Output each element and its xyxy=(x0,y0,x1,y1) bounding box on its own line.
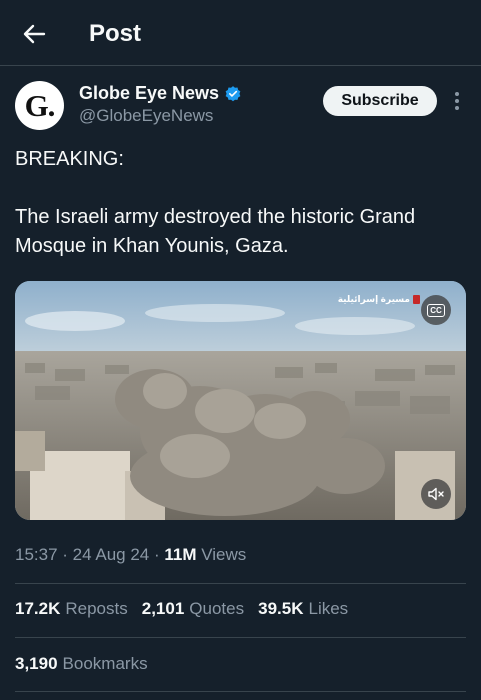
mute-button[interactable] xyxy=(421,479,451,509)
bookmarks-label: Bookmarks xyxy=(62,654,148,673)
divider xyxy=(15,637,466,638)
post-text-line: BREAKING: xyxy=(15,148,124,170)
post-date[interactable]: 24 Aug 24 xyxy=(73,545,150,564)
views-label: Views xyxy=(201,545,247,564)
post-text-line: The Israeli army destroyed the historic … xyxy=(15,206,416,257)
post-time[interactable]: 15:37 xyxy=(15,545,58,564)
quotes-count: 2,101 xyxy=(141,599,185,618)
engagement-stats: 17.2K Reposts 2,101 Quotes 39.5K Likes xyxy=(15,599,362,619)
author-name-row[interactable]: Globe Eye News xyxy=(79,83,242,104)
avatar[interactable]: G. xyxy=(15,81,64,130)
watermark-logo-icon xyxy=(413,295,420,304)
author-name[interactable]: Globe Eye News xyxy=(79,83,219,104)
post-metadata: 15:37 · 24 Aug 24 · 11M Views xyxy=(15,545,247,564)
reposts-label: Reposts xyxy=(65,599,128,618)
likes-stat[interactable]: 39.5K Likes xyxy=(258,599,348,619)
subscribe-button[interactable]: Subscribe xyxy=(323,86,437,116)
top-bar: Post xyxy=(0,0,481,66)
author-handle[interactable]: @GlobeEyeNews xyxy=(79,106,213,126)
bookmarks-count: 3,190 xyxy=(15,654,58,673)
page-title: Post xyxy=(89,20,142,47)
likes-count: 39.5K xyxy=(258,599,304,618)
watermark-text: مسيرة إسرائيلية xyxy=(337,294,410,304)
divider xyxy=(15,583,466,584)
reposts-stat[interactable]: 17.2K Reposts xyxy=(15,599,128,619)
post-text: BREAKING: The Israeli army destroyed the… xyxy=(15,145,470,261)
verified-badge-icon xyxy=(225,85,241,101)
more-options-icon[interactable] xyxy=(447,88,467,114)
reposts-count: 17.2K xyxy=(15,599,61,618)
divider xyxy=(15,691,466,692)
video-player[interactable]: مسيرة إسرائيلية CC xyxy=(15,281,466,520)
views-count: 11M xyxy=(164,545,197,564)
avatar-logo-text: G. xyxy=(24,87,56,123)
captions-icon: CC xyxy=(427,303,445,317)
video-watermark: مسيرة إسرائيلية xyxy=(338,294,420,305)
quotes-label: Quotes xyxy=(189,599,245,618)
speaker-muted-icon xyxy=(428,487,444,501)
captions-button[interactable]: CC xyxy=(421,295,451,325)
video-thumbnail xyxy=(15,281,466,520)
back-arrow-icon[interactable] xyxy=(18,18,50,50)
quotes-stat[interactable]: 2,101 Quotes xyxy=(142,599,244,619)
likes-label: Likes xyxy=(308,599,349,618)
bookmarks-stat[interactable]: 3,190 Bookmarks xyxy=(15,654,148,674)
